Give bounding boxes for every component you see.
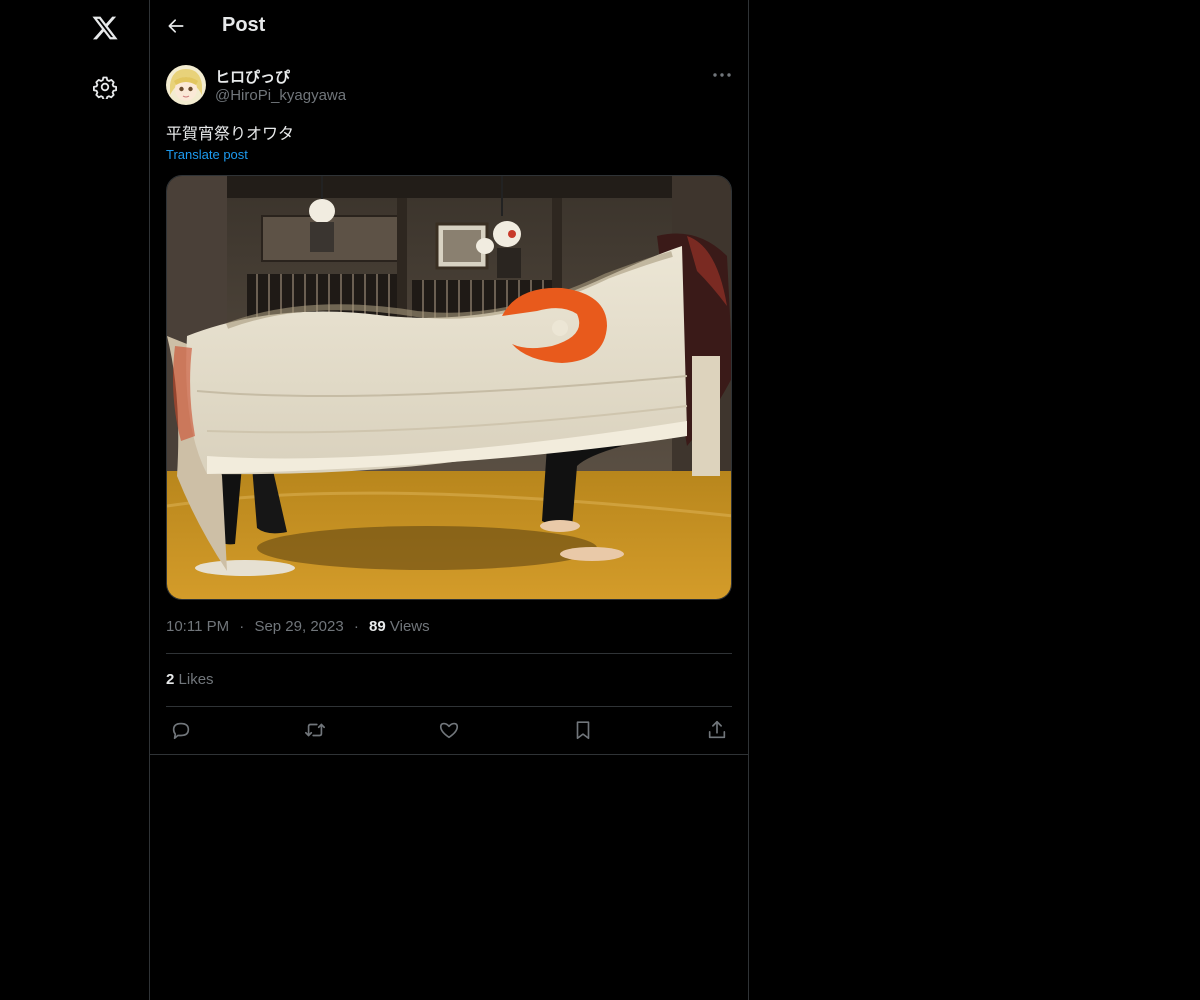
post-time[interactable]: 10:11 PM: [166, 618, 229, 635]
views-label: Views: [389, 618, 430, 635]
reply-icon[interactable]: [170, 719, 192, 741]
author-handle[interactable]: @HiroPi_kyagyawa: [215, 87, 346, 104]
x-logo-icon[interactable]: [91, 14, 119, 42]
shishimai-photo: [167, 176, 731, 599]
post-header: Post: [150, 0, 748, 54]
post-image[interactable]: [166, 175, 732, 600]
views-count: 89: [369, 618, 386, 635]
heart-icon[interactable]: [438, 719, 460, 741]
likes-count: 2: [166, 671, 175, 688]
avatar[interactable]: [166, 65, 206, 105]
likes-label: Likes: [178, 671, 214, 688]
repost-icon[interactable]: [304, 719, 326, 741]
post-bottom-border: [150, 754, 748, 755]
back-arrow-icon[interactable]: [166, 16, 186, 36]
meta-separator: ·: [353, 618, 359, 635]
share-icon[interactable]: [706, 719, 728, 741]
page-title: Post: [222, 14, 266, 36]
bookmark-icon[interactable]: [572, 719, 594, 741]
divider: [166, 653, 732, 654]
author-display-name[interactable]: ヒロぴっぴ: [215, 66, 290, 87]
post-meta: 10:11 PM · Sep 29, 2023 · 89 Views: [166, 618, 430, 635]
meta-separator: ·: [239, 618, 245, 635]
translate-post-link[interactable]: Translate post: [166, 147, 248, 162]
likes-stat[interactable]: 2 Likes: [166, 671, 214, 688]
left-sidebar: [0, 0, 150, 1000]
divider: [166, 706, 732, 707]
more-horizontal-icon[interactable]: [710, 66, 734, 84]
gear-icon[interactable]: [93, 75, 117, 99]
post-text: 平賀宵祭りオワタ: [166, 126, 295, 143]
post-column: Post ヒロぴっぴ @HiroPi_kyagyawa 平賀宵祭りオワタ Tra…: [150, 0, 749, 1000]
post-date[interactable]: Sep 29, 2023: [254, 618, 343, 635]
